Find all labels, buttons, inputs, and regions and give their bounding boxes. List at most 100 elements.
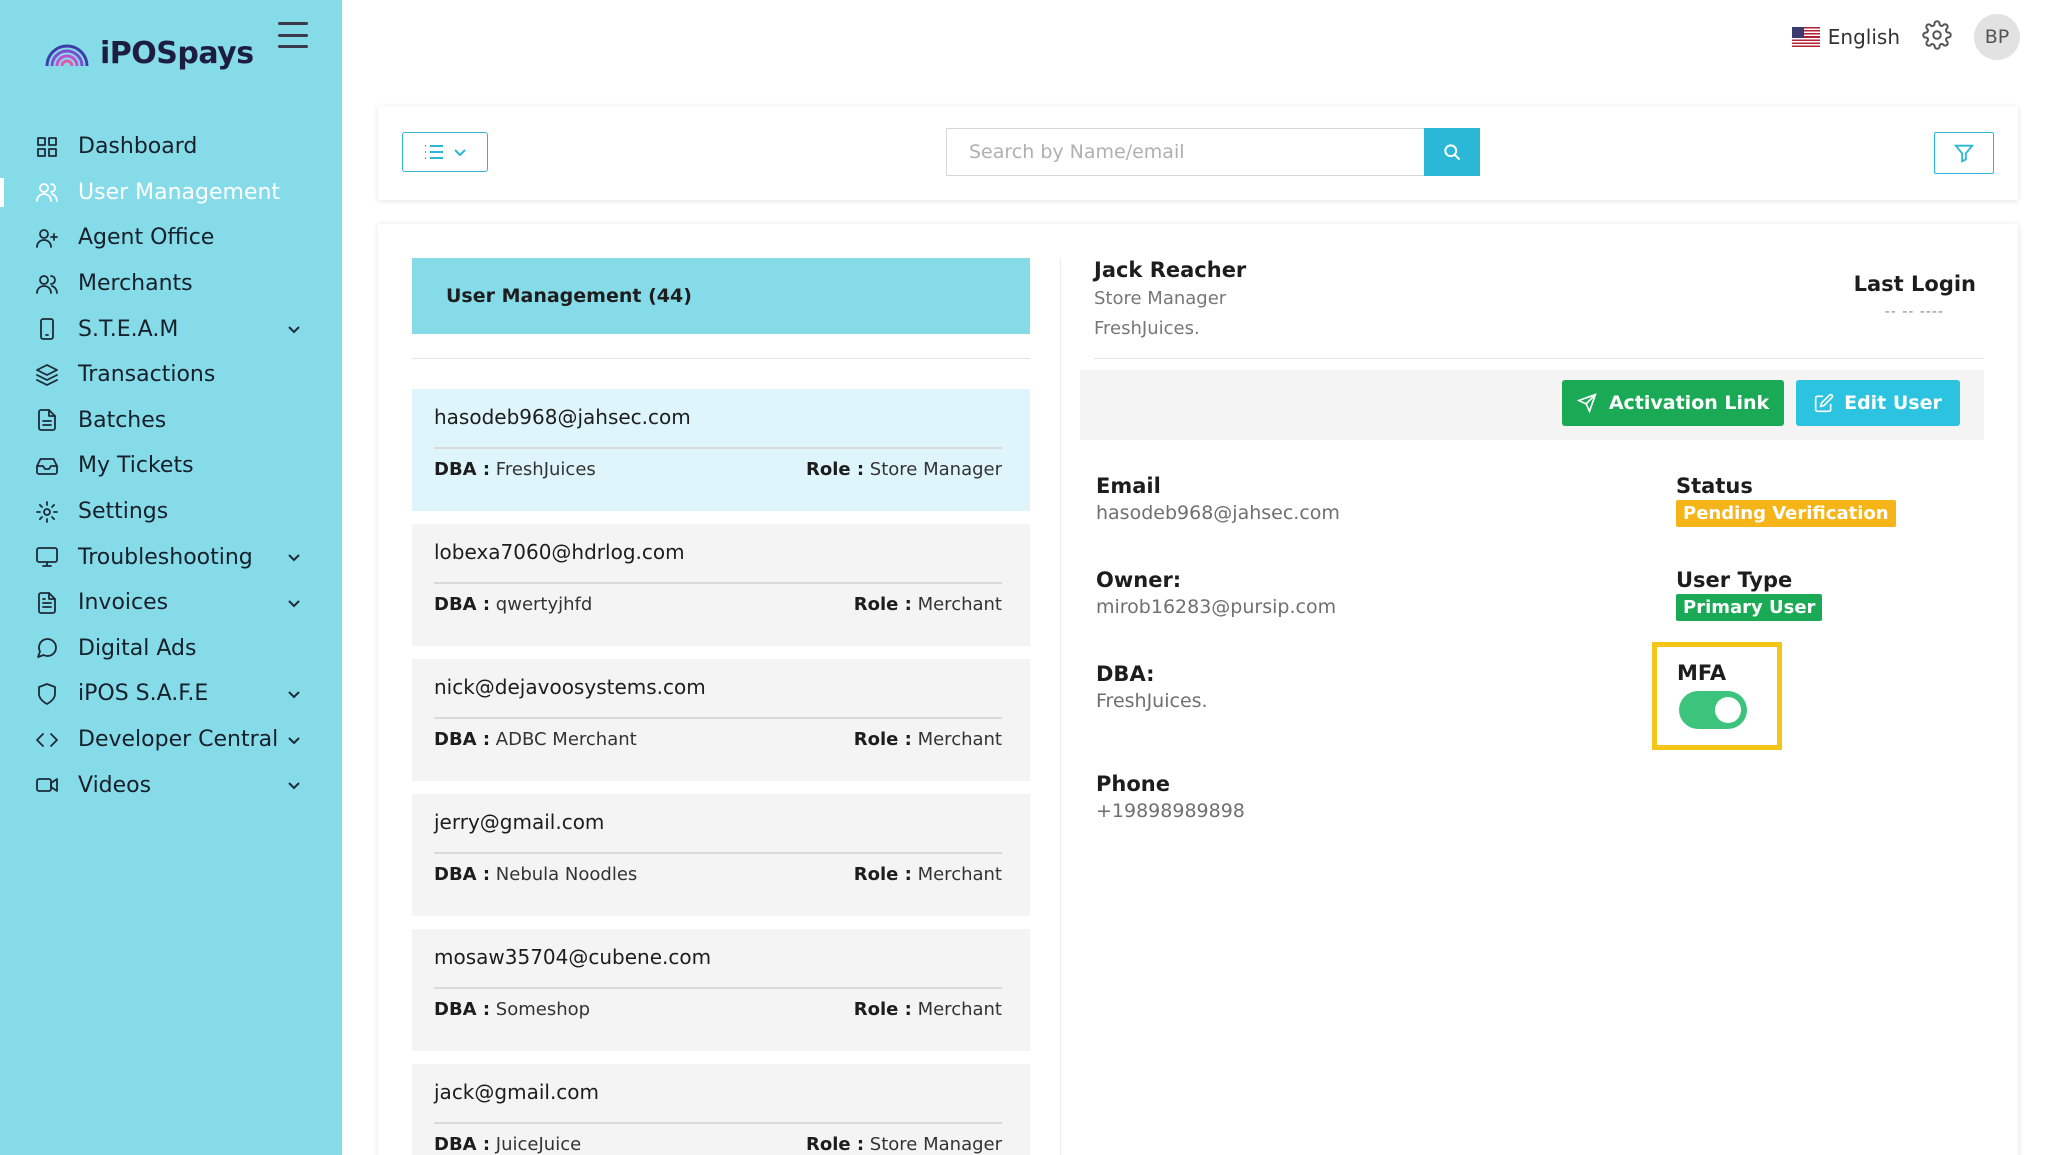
- edit-user-button[interactable]: Edit User: [1796, 380, 1960, 426]
- hamburger-menu-icon[interactable]: [278, 22, 308, 48]
- divider: [434, 1122, 1002, 1124]
- edit-icon: [1814, 393, 1834, 413]
- sidebar: iPOSpays Dashboard User Management Agent O…: [0, 0, 342, 1155]
- chevron-down-icon: [454, 149, 466, 157]
- search-button[interactable]: [1424, 128, 1480, 176]
- sidebar-item-label: Developer Central: [78, 727, 279, 753]
- document-icon: [34, 407, 60, 433]
- users-icon: [34, 179, 60, 205]
- sidebar-item-label: Batches: [78, 407, 167, 433]
- sidebar-item-batches[interactable]: Batches: [0, 398, 342, 444]
- sidebar-item-label: iPOS S.A.F.E: [78, 681, 209, 707]
- dba-label: DBA :: [434, 999, 491, 1020]
- status-label: Status: [1676, 474, 1753, 498]
- user-plus-icon: [34, 225, 60, 251]
- language-selector[interactable]: English: [1791, 25, 1900, 49]
- chevron-down-icon[interactable]: [286, 595, 302, 611]
- dba-label: DBA :: [434, 1134, 491, 1155]
- role-value: Merchant: [917, 594, 1002, 615]
- sidebar-item-label: S.T.E.A.M: [78, 316, 179, 342]
- user-role: Role : Store Manager: [806, 459, 1002, 480]
- activation-link-button[interactable]: Activation Link: [1562, 380, 1784, 426]
- owner-label: Owner:: [1096, 568, 1182, 592]
- sidebar-item-transactions[interactable]: Transactions: [0, 352, 342, 398]
- user-dba: DBA : JuiceJuice: [434, 1134, 581, 1155]
- divider: [434, 717, 1002, 719]
- user-list-item[interactable]: jerry@gmail.com DBA : Nebula Noodles Role …: [412, 794, 1030, 916]
- brand-name: iPOSpays: [100, 36, 254, 71]
- sidebar-item-developer-central[interactable]: Developer Central: [0, 717, 342, 763]
- role-value: Merchant: [917, 729, 1002, 750]
- detail-user-company: FreshJuices.: [1094, 318, 1200, 339]
- sidebar-nav: Dashboard User Management Agent Office Merc…: [0, 124, 342, 808]
- sidebar-item-dashboard[interactable]: Dashboard: [0, 124, 342, 170]
- role-value: Merchant: [917, 999, 1002, 1020]
- chevron-down-icon[interactable]: [286, 732, 302, 748]
- sidebar-item-user-management[interactable]: User Management: [0, 170, 342, 216]
- sidebar-item-merchants[interactable]: Merchants: [0, 261, 342, 307]
- user-list-item[interactable]: nick@dejavoosystems.com DBA : ADBC Mercha…: [412, 659, 1030, 781]
- sidebar-item-label: Merchants: [78, 271, 193, 297]
- divider: [434, 987, 1002, 989]
- sidebar-item-videos[interactable]: Videos: [0, 762, 342, 808]
- code-icon: [34, 727, 60, 753]
- sidebar-item-troubleshooting[interactable]: Troubleshooting: [0, 534, 342, 580]
- search-input[interactable]: [946, 128, 1424, 176]
- search-icon: [1444, 144, 1461, 161]
- sidebar-item-digital-ads[interactable]: Digital Ads: [0, 626, 342, 672]
- brand-logo[interactable]: iPOSpays: [44, 36, 254, 71]
- sidebar-item-invoices[interactable]: Invoices: [0, 580, 342, 626]
- settings-gear-icon[interactable]: [1922, 20, 1952, 54]
- dba-label: DBA :: [434, 864, 491, 885]
- user-list-item[interactable]: lobexa7060@hdrlog.com DBA : qwertyjhfd Rol…: [412, 524, 1030, 646]
- dba-value: ADBC Merchant: [495, 729, 637, 750]
- filter-icon: [1953, 144, 1975, 163]
- user-type-badge: Primary User: [1676, 594, 1823, 621]
- dashboard-icon: [34, 134, 60, 160]
- user-list-panel: User Management (44) hasodeb968@jahsec.c…: [412, 258, 1030, 1155]
- main-card: User Management (44) hasodeb968@jahsec.c…: [378, 224, 2018, 1155]
- sidebar-item-agent-office[interactable]: Agent Office: [0, 215, 342, 261]
- topbar: English BP: [1791, 14, 2020, 60]
- detail-user-title: Store Manager: [1094, 288, 1227, 309]
- chevron-down-icon[interactable]: [286, 777, 302, 793]
- chevron-down-icon[interactable]: [286, 686, 302, 702]
- view-options-button[interactable]: [402, 132, 488, 172]
- dba-value: Someshop: [495, 999, 591, 1020]
- sidebar-item-label: Transactions: [78, 362, 216, 388]
- sidebar-item-settings[interactable]: Settings: [0, 489, 342, 535]
- dba-value: qwertyjhfd: [495, 594, 593, 615]
- layers-icon: [34, 362, 60, 388]
- sidebar-item-ipos-s-a-f-e[interactable]: iPOS S.A.F.E: [0, 671, 342, 717]
- inbox-icon: [34, 453, 60, 479]
- chevron-down-icon[interactable]: [286, 549, 302, 565]
- status-badge: Pending Verification: [1676, 500, 1896, 527]
- vertical-divider: [1060, 258, 1061, 1155]
- filter-button[interactable]: [1934, 132, 1994, 174]
- sidebar-item-label: Digital Ads: [78, 635, 197, 661]
- mfa-toggle[interactable]: [1679, 691, 1747, 729]
- activation-link-label: Activation Link: [1608, 392, 1770, 414]
- last-login-value: -- -- ----: [1884, 304, 1944, 320]
- user-email: jerry@gmail.com: [434, 810, 605, 834]
- sidebar-item-label: Settings: [78, 499, 169, 525]
- detail-action-bar: Activation Link Edit User: [1080, 370, 1984, 440]
- video-icon: [34, 772, 60, 798]
- user-list-item[interactable]: hasodeb968@jahsec.com DBA : FreshJuices Ro…: [412, 389, 1030, 511]
- dba-value: FreshJuices: [495, 459, 596, 480]
- chat-bubble-icon: [34, 635, 60, 661]
- user-dba: DBA : Nebula Noodles: [434, 864, 637, 885]
- user-role: Role : Merchant: [854, 864, 1002, 885]
- chevron-down-icon[interactable]: [286, 321, 302, 337]
- sidebar-item-s-t-e-a-m[interactable]: S.T.E.A.M: [0, 306, 342, 352]
- list-icon: [425, 145, 443, 159]
- role-value: Store Manager: [869, 459, 1002, 480]
- user-list-item[interactable]: mosaw35704@cubene.com DBA : Someshop Role …: [412, 929, 1030, 1051]
- sidebar-item-my-tickets[interactable]: My Tickets: [0, 443, 342, 489]
- user-email: nick@dejavoosystems.com: [434, 675, 706, 699]
- gear-icon: [34, 499, 60, 525]
- user-dba: DBA : qwertyjhfd: [434, 594, 592, 615]
- user-avatar[interactable]: BP: [1974, 14, 2020, 60]
- user-list-item[interactable]: jack@gmail.com DBA : JuiceJuice Role : Sto…: [412, 1064, 1030, 1155]
- sidebar-item-label: Invoices: [78, 590, 169, 616]
